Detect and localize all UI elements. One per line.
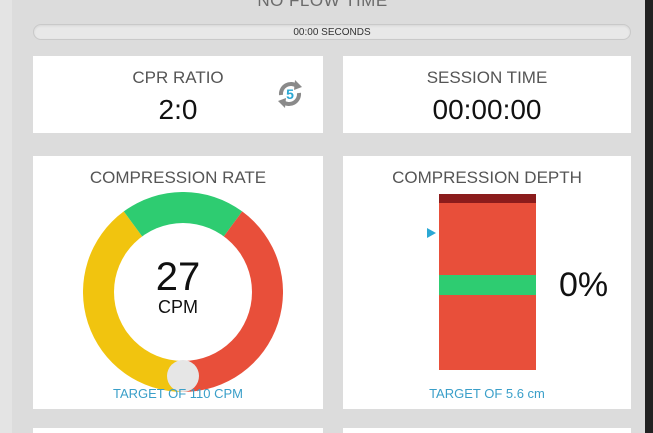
compression-rate-value: 27 <box>155 255 201 299</box>
depth-marker-icon <box>427 228 436 238</box>
compression-rate-target: TARGET OF 110 CPM <box>112 386 244 401</box>
session-time-card: SESSION TIME 00:00:00 <box>343 56 631 133</box>
compression-depth-target: TARGET OF 5.6 cm <box>429 386 545 401</box>
cpr-dashboard: NO FLOW TIME 00:00 SECONDS CPR RATIO 2:0… <box>0 0 653 433</box>
depth-bar <box>439 194 536 370</box>
compression-rate-unit: CPM <box>158 297 198 317</box>
compression-rate-card: COMPRESSION RATE 27 CPM TARGET OF 110 CP… <box>33 156 323 409</box>
session-time-title: SESSION TIME <box>426 68 548 87</box>
left-margin <box>0 0 12 433</box>
next-card-left <box>33 428 323 433</box>
cycle-count: 5 <box>286 86 294 102</box>
no-flow-time-title: NO FLOW TIME <box>257 0 388 10</box>
no-flow-time-value: 00:00 SECONDS <box>293 26 371 38</box>
cpr-ratio-card: CPR RATIO 2:0 5 <box>33 56 323 133</box>
right-edge <box>645 0 653 433</box>
compression-rate-title: COMPRESSION RATE <box>89 168 267 187</box>
next-card-right <box>343 428 631 433</box>
cycle-counter-button[interactable]: 5 <box>270 74 310 114</box>
compression-depth-title: COMPRESSION DEPTH <box>392 168 582 187</box>
depth-bar-top <box>439 194 536 203</box>
compression-depth-percent: 0% <box>559 266 609 304</box>
no-flow-time-bar: 00:00 SECONDS <box>33 24 631 40</box>
session-time-value: 00:00:00 <box>432 94 542 125</box>
compression-depth-card: COMPRESSION DEPTH 0% TARGET OF 5.6 cm <box>343 156 631 409</box>
depth-target-band <box>439 275 536 295</box>
